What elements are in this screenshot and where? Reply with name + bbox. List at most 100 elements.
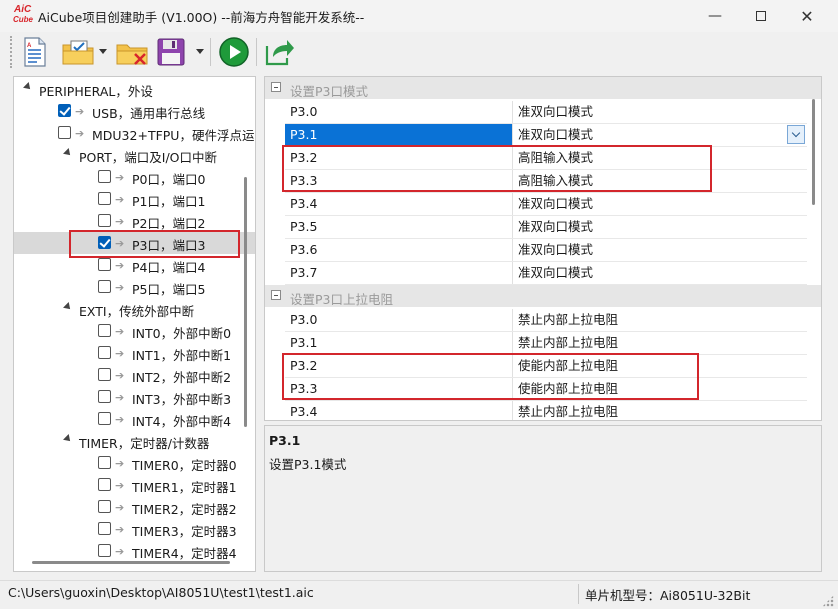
new-project-button[interactable]: A	[18, 35, 52, 69]
tree-vertical-scrollbar[interactable]	[244, 177, 247, 427]
open-project-button[interactable]	[58, 35, 98, 69]
property-group-header[interactable]: 设置P3口上拉电阻	[265, 285, 821, 307]
tree-checkbox[interactable]	[98, 522, 111, 535]
tree-item[interactable]: TIMER，定时器/计数器	[14, 430, 255, 452]
property-value[interactable]: 准双向口模式	[518, 193, 593, 215]
tree-checkbox[interactable]	[98, 412, 111, 425]
toolbar-grip[interactable]	[10, 36, 13, 68]
collapse-toggle-icon[interactable]	[271, 290, 281, 300]
property-name[interactable]: P3.4	[285, 401, 513, 420]
resize-grip[interactable]	[822, 595, 834, 607]
close-icon: ✕	[800, 6, 814, 26]
tree-checkbox[interactable]	[98, 214, 111, 227]
property-name[interactable]: P3.4	[285, 193, 513, 215]
open-dropdown-arrow[interactable]	[99, 49, 107, 54]
leaf-arrow-icon: ➔	[115, 545, 125, 558]
tree-expander-icon[interactable]	[63, 302, 73, 312]
tree-item[interactable]: ➔ INT0，外部中断0	[14, 320, 255, 342]
tree-horizontal-scrollbar[interactable]	[32, 561, 230, 564]
tree-checkbox[interactable]	[98, 456, 111, 469]
property-name[interactable]: P3.0	[285, 101, 513, 123]
tree-item[interactable]: ➔ TIMER2，定时器2	[14, 496, 255, 518]
tree-checkbox[interactable]	[98, 368, 111, 381]
property-name[interactable]: P3.5	[285, 216, 513, 238]
property-name[interactable]: P3.1	[285, 332, 513, 354]
tree-item[interactable]: ➔ INT2，外部中断2	[14, 364, 255, 386]
property-name[interactable]: P3.0	[285, 309, 513, 331]
property-value[interactable]: 准双向口模式	[518, 216, 593, 238]
property-value[interactable]: 准双向口模式	[518, 124, 593, 146]
save-dropdown-arrow[interactable]	[196, 49, 204, 54]
property-row[interactable]: P3.4 禁止内部上拉电阻	[285, 401, 807, 420]
export-button[interactable]	[263, 35, 297, 69]
property-name[interactable]: P3.1	[285, 124, 513, 146]
tree-expander-icon[interactable]	[63, 148, 73, 158]
tree-item[interactable]: ➔ TIMER4，定时器4	[14, 540, 255, 562]
tree-checkbox[interactable]	[98, 258, 111, 271]
tree-item[interactable]: ➔ P1口，端口1	[14, 188, 255, 210]
tree-checkbox[interactable]	[98, 544, 111, 557]
tree-item[interactable]: ➔ P0口，端口0	[14, 166, 255, 188]
tree-checkbox[interactable]	[98, 280, 111, 293]
tree-item[interactable]: ➔ USB，通用串行总线	[14, 100, 255, 122]
property-row[interactable]: P3.1 准双向口模式	[285, 124, 807, 147]
property-group-title: 设置P3口上拉电阻	[290, 292, 393, 307]
save-project-button[interactable]	[154, 35, 188, 69]
property-row[interactable]: P3.6 准双向口模式	[285, 239, 807, 262]
property-row[interactable]: P3.4 准双向口模式	[285, 193, 807, 216]
property-row[interactable]: P3.1 禁止内部上拉电阻	[285, 332, 807, 355]
tree-checkbox[interactable]	[98, 170, 111, 183]
property-value[interactable]: 准双向口模式	[518, 101, 593, 123]
maximize-button[interactable]	[738, 0, 784, 32]
tree-expander-icon[interactable]	[23, 82, 33, 92]
tree-item[interactable]: ➔ TIMER3，定时器3	[14, 518, 255, 540]
toolbar: A	[0, 33, 838, 73]
leaf-arrow-icon: ➔	[115, 171, 125, 184]
tree-checkbox[interactable]	[98, 390, 111, 403]
tree-item[interactable]: PORT，端口及I/O口中断	[14, 144, 255, 166]
tree-item[interactable]: ➔ TIMER0，定时器0	[14, 452, 255, 474]
property-row[interactable]: P3.5 准双向口模式	[285, 216, 807, 239]
tree-checkbox[interactable]	[98, 500, 111, 513]
export-icon	[265, 40, 294, 66]
minimize-button[interactable]: —	[692, 0, 738, 32]
property-name[interactable]: P3.6	[285, 239, 513, 261]
tree-item[interactable]: ➔ P5口，端口5	[14, 276, 255, 298]
tree-checkbox[interactable]	[98, 478, 111, 491]
tree-item-label: INT3，外部中断3	[132, 392, 232, 407]
tree-item-label: TIMER3，定时器3	[132, 524, 237, 539]
property-value[interactable]: 禁止内部上拉电阻	[518, 309, 618, 331]
tree-item[interactable]: ➔ INT4，外部中断4	[14, 408, 255, 430]
close-button[interactable]: ✕	[784, 0, 830, 32]
tree-checkbox[interactable]	[98, 346, 111, 359]
collapse-toggle-icon[interactable]	[271, 82, 281, 92]
tree-item[interactable]: ➔ P2口，端口2	[14, 210, 255, 232]
value-dropdown-button[interactable]	[787, 125, 805, 144]
property-row[interactable]: P3.7 准双向口模式	[285, 262, 807, 285]
property-name[interactable]: P3.7	[285, 262, 513, 284]
property-group-header[interactable]: 设置P3口模式	[265, 77, 821, 99]
tree-item[interactable]: ➔ INT1，外部中断1	[14, 342, 255, 364]
tree-checkbox[interactable]	[58, 126, 71, 139]
grid-vertical-scrollbar[interactable]	[812, 99, 815, 205]
peripheral-tree[interactable]: PERIPHERAL，外设 ➔ USB，通用串行总线 ➔ MDU32+TFPU，硬件浮点…	[13, 76, 256, 572]
property-value[interactable]: 准双向口模式	[518, 262, 593, 284]
tree-expander-icon[interactable]	[63, 434, 73, 444]
leaf-arrow-icon: ➔	[115, 479, 125, 492]
tree-item[interactable]: PERIPHERAL，外设	[14, 78, 255, 100]
property-value[interactable]: 禁止内部上拉电阻	[518, 332, 618, 354]
tree-checkbox[interactable]	[98, 192, 111, 205]
run-button[interactable]	[217, 35, 251, 69]
property-row[interactable]: P3.0 禁止内部上拉电阻	[285, 309, 807, 332]
tree-item[interactable]: ➔ MDU32+TFPU，硬件浮点运算	[14, 122, 255, 144]
tree-item[interactable]: ➔ INT3，外部中断3	[14, 386, 255, 408]
leaf-arrow-icon: ➔	[115, 259, 125, 272]
tree-item[interactable]: EXTI，传统外部中断	[14, 298, 255, 320]
tree-checkbox[interactable]	[58, 104, 71, 117]
property-value[interactable]: 准双向口模式	[518, 239, 593, 261]
property-row[interactable]: P3.0 准双向口模式	[285, 101, 807, 124]
tree-checkbox[interactable]	[98, 324, 111, 337]
close-project-button[interactable]	[114, 35, 150, 69]
tree-item[interactable]: ➔ TIMER1，定时器1	[14, 474, 255, 496]
property-value[interactable]: 禁止内部上拉电阻	[518, 401, 618, 420]
